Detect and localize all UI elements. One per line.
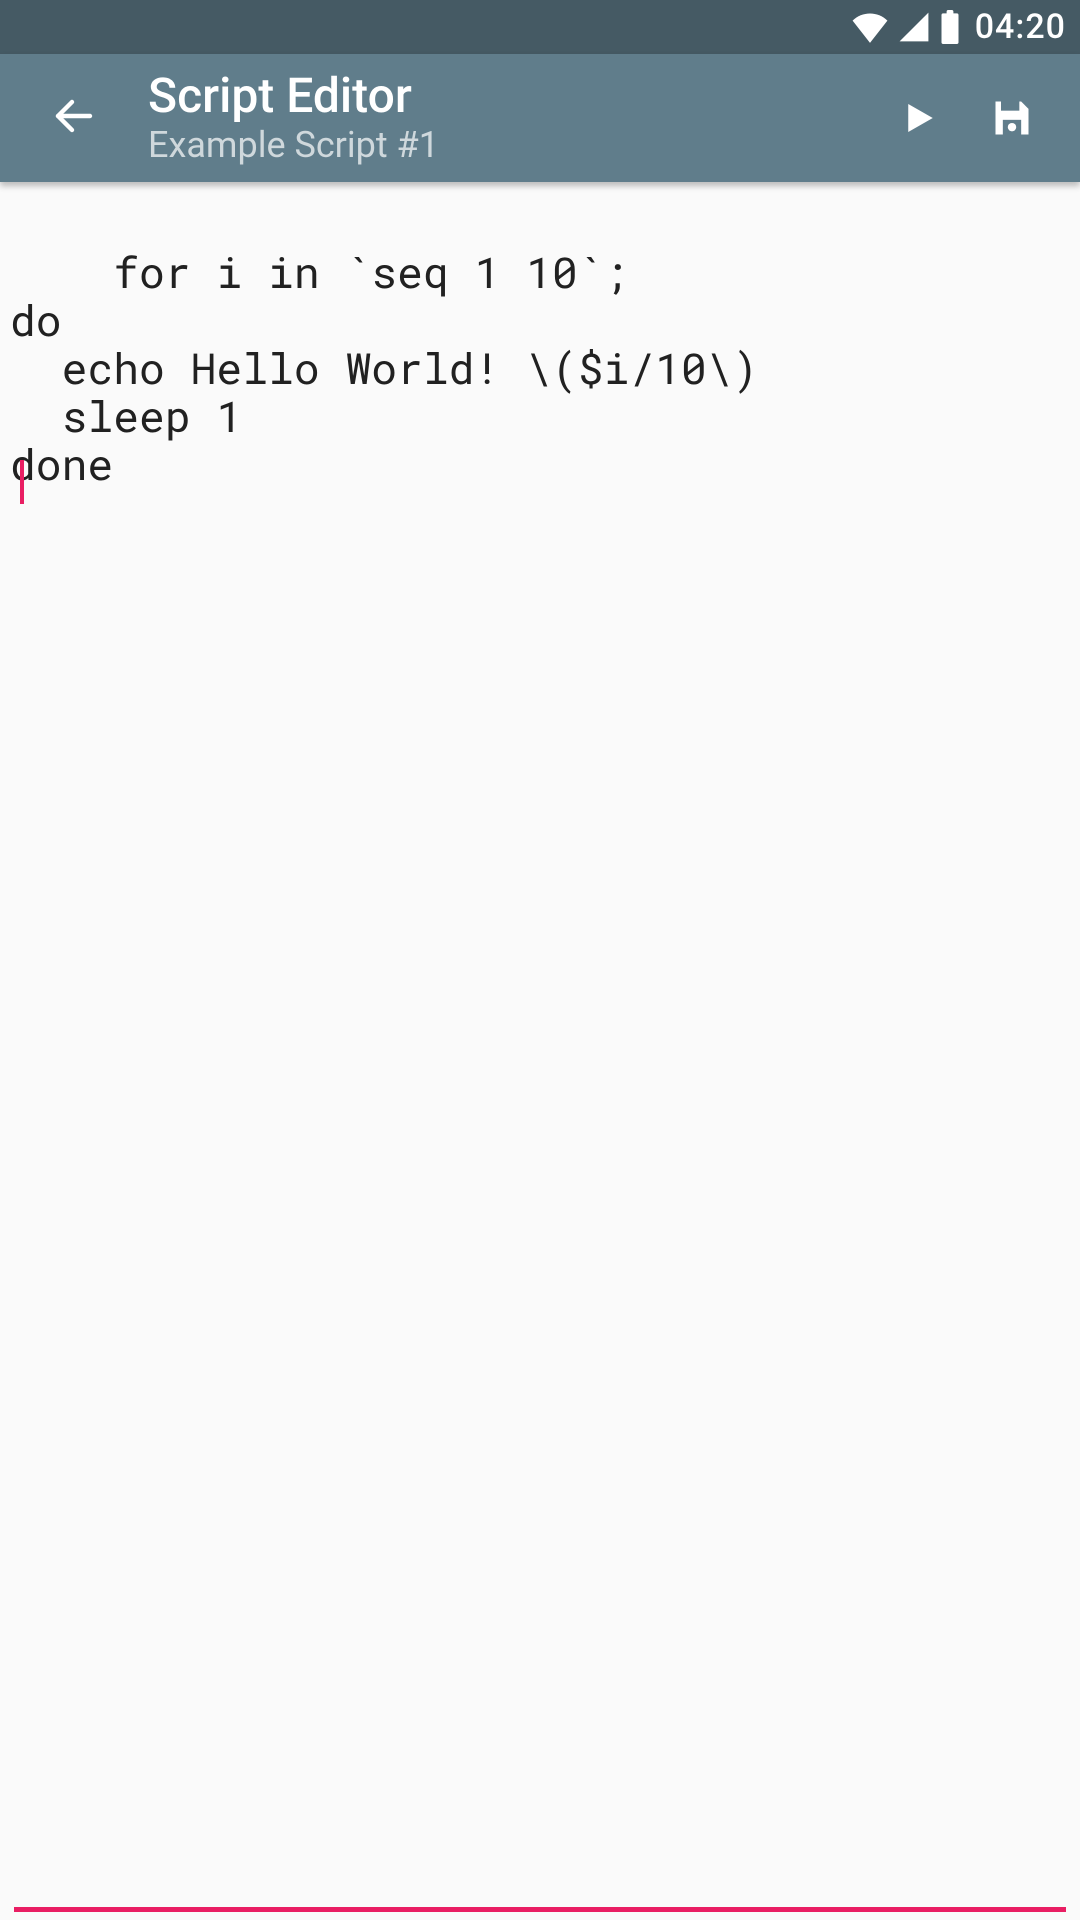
play-icon — [896, 97, 938, 139]
arrow-back-icon — [50, 125, 98, 144]
wifi-icon — [851, 11, 889, 43]
editor-underline — [14, 1907, 1066, 1912]
text-caret — [20, 460, 24, 504]
script-content: for i in `seq 1 10`; do echo Hello World… — [10, 243, 758, 492]
save-icon — [990, 96, 1034, 140]
cellular-signal-icon — [897, 11, 931, 43]
battery-icon — [939, 10, 961, 44]
page-title: Script Editor — [148, 70, 870, 123]
status-time: 04:20 — [975, 7, 1066, 47]
back-button[interactable] — [30, 72, 118, 164]
app-bar-titles: Script Editor Example Script #1 — [148, 70, 870, 167]
app-bar: Script Editor Example Script #1 — [0, 54, 1080, 182]
save-button[interactable] — [964, 70, 1060, 166]
status-bar: 04:20 — [0, 0, 1080, 54]
page-subtitle: Example Script #1 — [148, 124, 870, 166]
run-button[interactable] — [870, 71, 964, 165]
editor-area[interactable]: for i in `seq 1 10`; do echo Hello World… — [0, 182, 1080, 1920]
script-editor[interactable]: for i in `seq 1 10`; do echo Hello World… — [10, 200, 1070, 1907]
